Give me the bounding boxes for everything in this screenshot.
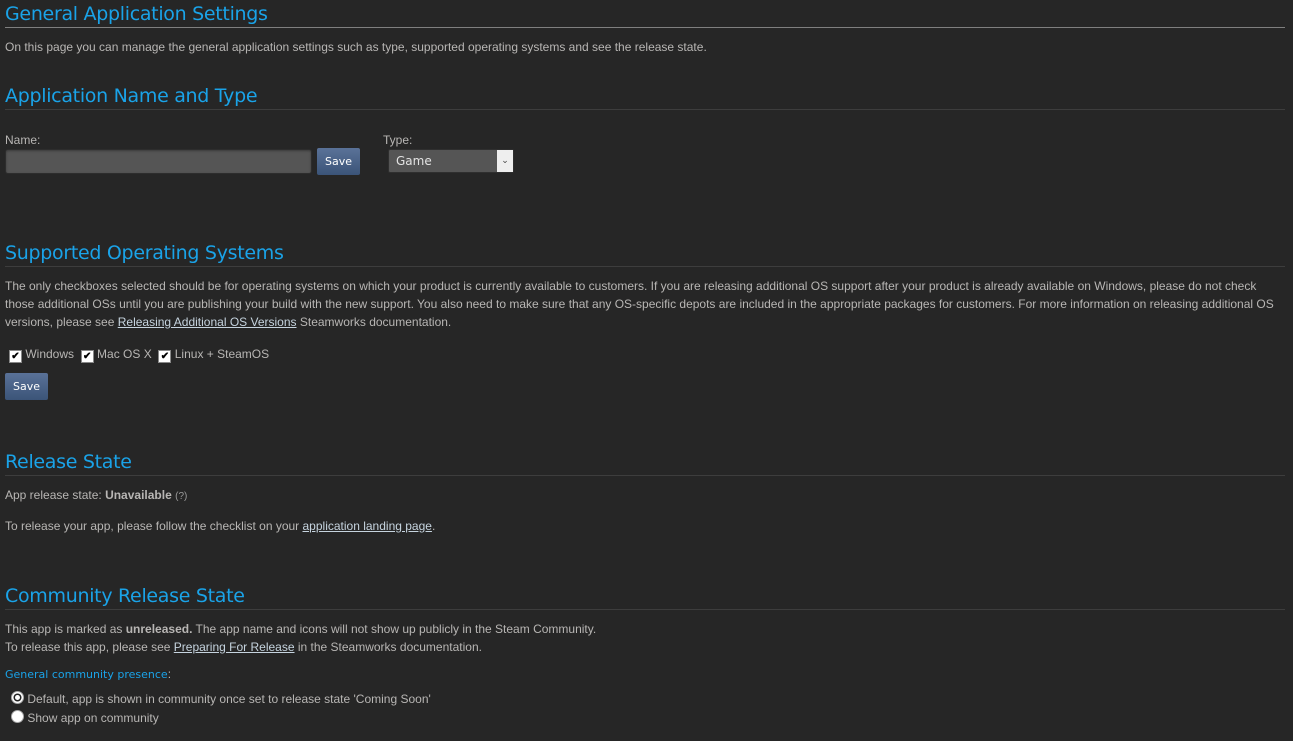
release-state-value: Unavailable (105, 488, 172, 502)
release-instructions: To release your app, please follow the c… (5, 519, 436, 533)
section-title: Supported Operating Systems (5, 242, 284, 264)
divider (5, 109, 1285, 110)
os-checkbox-linux[interactable]: ✔ Linux + SteamOS (158, 347, 269, 363)
page: General Application Settings On this pag… (0, 0, 1293, 725)
divider (5, 27, 1285, 28)
checkbox[interactable]: ✔ (9, 350, 22, 363)
type-select-value: Game (396, 154, 432, 168)
presence-label: General community presence: (5, 667, 172, 681)
presence-option-show[interactable]: Show app on community (11, 709, 431, 728)
releasing-os-link[interactable]: Releasing Additional OS Versions (118, 315, 297, 329)
type-select[interactable]: Game ⌄ (388, 149, 514, 173)
section-title: Release State (5, 451, 132, 473)
presence-radio-group: Default, app is shown in community once … (11, 690, 431, 728)
name-label: Name: (5, 133, 41, 147)
checkbox[interactable]: ✔ (80, 350, 94, 363)
radio-button[interactable] (11, 691, 24, 704)
page-description: On this page you can manage the general … (5, 40, 707, 54)
community-instructions: To release this app, please see Preparin… (5, 640, 482, 654)
type-label: Type: (383, 133, 413, 147)
chevron-down-icon[interactable]: ⌄ (497, 150, 513, 172)
presence-option-default[interactable]: Default, app is shown in community once … (11, 690, 431, 709)
os-description: The only checkboxes selected should be f… (5, 279, 1274, 329)
checkbox[interactable]: ✔ (158, 350, 172, 363)
divider (5, 475, 1285, 476)
preparing-release-link[interactable]: Preparing For Release (174, 640, 295, 654)
general-section: General Application Settings On this pag… (5, 3, 1285, 56)
release-state-line: App release state: Unavailable (?) (5, 488, 188, 502)
divider (5, 266, 1285, 267)
section-title: Community Release State (5, 585, 245, 607)
os-checkbox-group: ✔ Windows ✔ Mac OS X ✔ Linux + SteamOS (9, 347, 269, 363)
community-status-line: This app is marked as unreleased. The ap… (5, 622, 597, 636)
radio-button[interactable] (11, 710, 24, 723)
divider (5, 609, 1285, 610)
name-input[interactable] (5, 149, 312, 174)
page-title: General Application Settings (5, 3, 268, 25)
save-name-button[interactable]: Save (317, 148, 361, 175)
os-checkbox-windows[interactable]: ✔ Windows (9, 347, 74, 363)
os-checkbox-mac[interactable]: ✔ Mac OS X (80, 347, 152, 363)
section-title: Application Name and Type (5, 85, 258, 107)
landing-page-link[interactable]: application landing page (303, 519, 432, 533)
os-section: Supported Operating Systems The only che… (5, 242, 1285, 331)
name-type-section: Application Name and Type (5, 85, 1285, 110)
help-icon[interactable]: (?) (175, 491, 187, 502)
community-section: Community Release State This app is mark… (5, 585, 1285, 684)
release-section: Release State App release state: Unavail… (5, 451, 1285, 535)
save-os-button[interactable]: Save (5, 373, 49, 400)
